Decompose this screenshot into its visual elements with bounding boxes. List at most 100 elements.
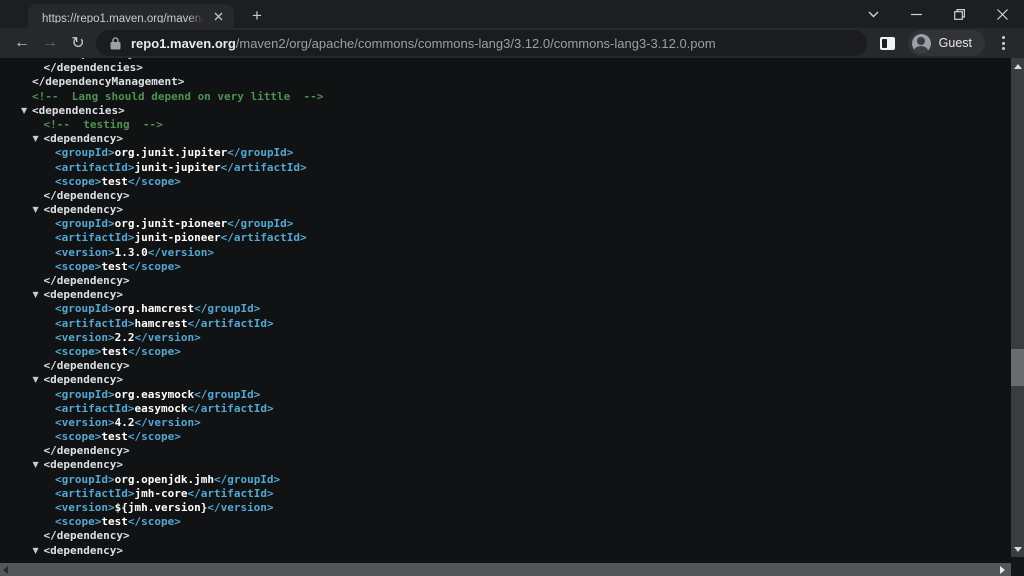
browser-tab[interactable]: https://repo1.maven.org/maven2	[28, 4, 234, 28]
tab-search-chevron-icon[interactable]	[852, 0, 895, 28]
close-window-button[interactable]	[981, 0, 1024, 28]
xml-tag: </groupId>	[194, 388, 260, 401]
xml-line: <scope>test</scope>	[0, 260, 1024, 274]
menu-dots-icon[interactable]	[990, 29, 1016, 57]
xml-text: junit-jupiter	[134, 161, 220, 174]
xml-text: org.junit-pioneer	[115, 217, 228, 230]
scroll-right-icon[interactable]	[1000, 566, 1005, 574]
xml-tag: </dependencies>	[44, 61, 143, 74]
xml-tag: </artifactId>	[221, 161, 307, 174]
profile-button[interactable]: Guest	[908, 30, 985, 56]
xml-tag: </scope>	[128, 260, 181, 273]
xml-line: ▼<dependency>	[0, 373, 1024, 387]
url-bar[interactable]: repo1.maven.org/maven2/org/apache/common…	[96, 30, 867, 56]
scroll-left-icon[interactable]	[3, 566, 8, 574]
xml-line: ▼<dependency>	[0, 203, 1024, 217]
xml-line: </dependency>	[0, 359, 1024, 373]
xml-tag: </artifactId>	[187, 487, 273, 500]
xml-line: </dependency>	[0, 444, 1024, 458]
xml-text: test	[101, 515, 128, 528]
xml-tag: <groupId>	[55, 388, 115, 401]
xml-tag: <dependency>	[44, 544, 123, 557]
xml-text: jmh-core	[134, 487, 187, 500]
xml-comment: <!-- Lang should depend on very little -…	[32, 90, 323, 103]
xml-tag: <dependency>	[44, 288, 123, 301]
xml-text: test	[101, 260, 128, 273]
vertical-scrollbar-thumb[interactable]	[1011, 349, 1024, 386]
xml-line: ▼<dependency>	[0, 288, 1024, 302]
xml-text: org.hamcrest	[115, 302, 194, 315]
xml-tag: <version>	[55, 416, 115, 429]
xml-tag: <version>	[55, 501, 115, 514]
xml-tag: <version>	[55, 246, 115, 259]
scroll-up-icon[interactable]	[1014, 64, 1022, 69]
xml-line: <groupId>org.hamcrest</groupId>	[0, 302, 1024, 316]
xml-line: </dependency>	[0, 189, 1024, 203]
xml-tag: <artifactId>	[55, 161, 134, 174]
xml-tag: <groupId>	[55, 473, 115, 486]
xml-tag: <scope>	[55, 515, 101, 528]
reload-icon[interactable]: ↻	[64, 29, 92, 57]
xml-tag: </dependency>	[44, 274, 130, 287]
side-panel-icon	[880, 37, 895, 50]
window-controls	[852, 0, 1024, 28]
collapse-arrow-icon[interactable]: ▼	[33, 458, 44, 472]
tab-title: https://repo1.maven.org/maven2	[42, 9, 204, 23]
new-tab-button[interactable]: +	[244, 4, 270, 28]
xml-tag: </scope>	[128, 345, 181, 358]
xml-viewer: </dependency></dependencies></dependency…	[0, 58, 1024, 576]
xml-tag: <artifactId>	[55, 317, 134, 330]
xml-line: <version>${jmh.version}</version>	[0, 501, 1024, 515]
xml-tag: <dependency>	[44, 132, 123, 145]
vertical-scrollbar[interactable]	[1011, 58, 1024, 557]
collapse-arrow-icon[interactable]: ▼	[33, 373, 44, 387]
browser-window: https://repo1.maven.org/maven2 + ← →	[0, 0, 1024, 576]
xml-line: ▼<dependencies>	[0, 104, 1024, 118]
browser-toolbar: ← → ↻ repo1.maven.org/maven2/org/apache/…	[0, 28, 1024, 58]
minimize-button[interactable]	[895, 0, 938, 28]
xml-line: <scope>test</scope>	[0, 175, 1024, 189]
xml-tag: </version>	[207, 501, 273, 514]
horizontal-scrollbar[interactable]	[0, 563, 1011, 576]
xml-tag: </groupId>	[227, 217, 293, 230]
xml-line: <scope>test</scope>	[0, 430, 1024, 444]
xml-text: hamcrest	[134, 317, 187, 330]
xml-line: </dependencies>	[0, 61, 1024, 75]
scroll-down-icon[interactable]	[1014, 547, 1022, 552]
xml-tag: <groupId>	[55, 302, 115, 315]
xml-tag: </scope>	[128, 430, 181, 443]
xml-tag: <scope>	[55, 260, 101, 273]
xml-tag: <groupId>	[55, 146, 115, 159]
xml-line: ▼<dependency>	[0, 544, 1024, 558]
url-text: repo1.maven.org/maven2/org/apache/common…	[131, 36, 716, 51]
lock-icon	[110, 37, 121, 50]
collapse-arrow-icon[interactable]: ▼	[21, 104, 32, 118]
forward-icon[interactable]: →	[36, 29, 64, 57]
xml-line: <artifactId>easymock</artifactId>	[0, 402, 1024, 416]
xml-tag: </artifactId>	[221, 231, 307, 244]
xml-tag: <artifactId>	[55, 402, 134, 415]
xml-tag: </groupId>	[227, 146, 293, 159]
collapse-arrow-icon[interactable]: ▼	[33, 132, 44, 146]
xml-line: <!-- Lang should depend on very little -…	[0, 90, 1024, 104]
collapse-arrow-icon[interactable]: ▼	[33, 288, 44, 302]
xml-tag: </groupId>	[194, 302, 260, 315]
xml-tag: <scope>	[55, 345, 101, 358]
xml-tag: </dependency>	[55, 58, 141, 60]
xml-line: <artifactId>junit-pioneer</artifactId>	[0, 231, 1024, 245]
restore-button[interactable]	[938, 0, 981, 28]
xml-text: 2.2	[115, 331, 135, 344]
xml-tag: </dependency>	[44, 359, 130, 372]
xml-tag: </version>	[148, 246, 214, 259]
side-panel-button[interactable]	[873, 29, 903, 57]
collapse-arrow-icon[interactable]: ▼	[33, 544, 44, 558]
xml-line: <groupId>org.openjdk.jmh</groupId>	[0, 473, 1024, 487]
xml-line: </dependencyManagement>	[0, 75, 1024, 89]
collapse-arrow-icon[interactable]: ▼	[33, 203, 44, 217]
tab-close-icon[interactable]	[210, 8, 226, 24]
xml-tag: </dependency>	[44, 444, 130, 457]
xml-text: 1.3.0	[115, 246, 148, 259]
back-icon[interactable]: ←	[8, 29, 36, 57]
xml-tag: <artifactId>	[55, 487, 134, 500]
xml-tag: </version>	[134, 331, 200, 344]
